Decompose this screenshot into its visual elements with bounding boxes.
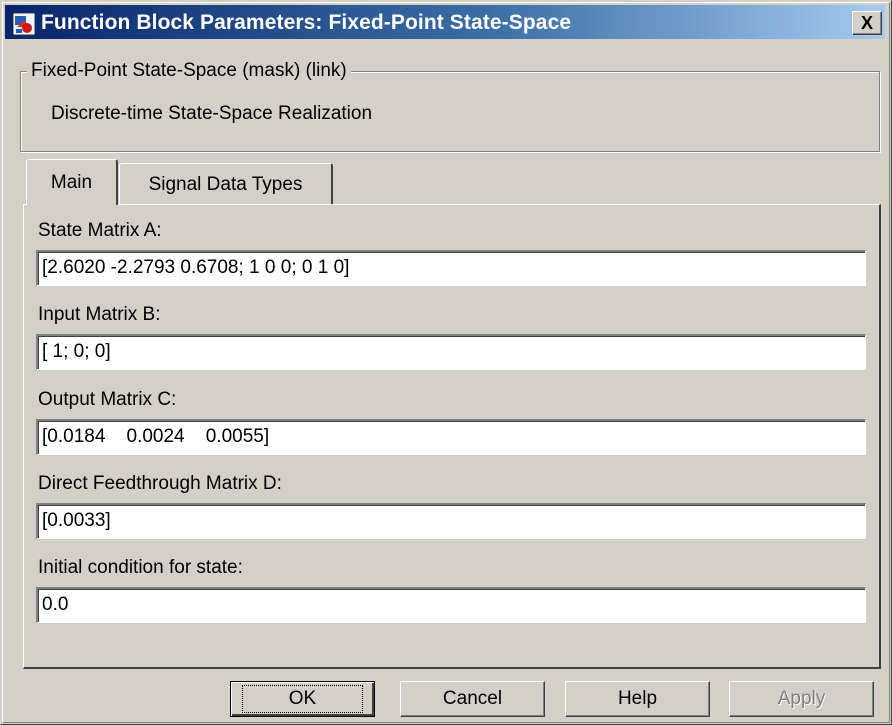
state-matrix-a-field[interactable]: [2.6020 -2.2793 0.6708; 1 0 0; 0 1 0] [36,250,866,286]
apply-button: Apply [729,681,874,717]
input-matrix-b-field[interactable]: [ 1; 0; 0] [36,334,866,370]
tab-signal-data-types-label: Signal Data Types [148,173,303,195]
initial-condition-field[interactable]: 0.0 [36,587,866,623]
direct-feedthrough-matrix-d-label: Direct Feedthrough Matrix D: [38,473,282,494]
output-matrix-c-field[interactable]: [0.0184 0.0024 0.0055] [36,419,866,455]
window-title: Function Block Parameters: Fixed-Point S… [41,11,572,34]
output-matrix-c-label: Output Matrix C: [38,389,177,410]
tab-main-label: Main [50,171,93,193]
cancel-button[interactable]: Cancel [400,681,545,717]
tab-main[interactable]: Main [26,159,118,205]
simulink-block-icon [12,12,36,36]
state-matrix-a-label: State Matrix A: [38,220,162,241]
close-icon: X [860,12,873,33]
cancel-button-label: Cancel [442,688,503,709]
tab-signal-data-types[interactable]: Signal Data Types [119,163,333,205]
close-button[interactable]: X [852,11,882,35]
ok-button-label: OK [241,685,364,713]
block-description: Discrete-time State-Space Realization [51,103,373,124]
groupbox-legend: Fixed-Point State-Space (mask) (link) [27,60,351,82]
direct-feedthrough-matrix-d-field[interactable]: [0.0033] [36,503,866,539]
help-button[interactable]: Help [565,681,710,717]
apply-button-label: Apply [777,688,826,709]
dialog-window: Function Block Parameters: Fixed-Point S… [0,0,892,725]
title-bar[interactable]: Function Block Parameters: Fixed-Point S… [5,5,885,39]
input-matrix-b-label: Input Matrix B: [38,304,161,325]
help-button-label: Help [617,688,658,709]
initial-condition-label: Initial condition for state: [38,557,243,578]
ok-button[interactable]: OK [230,681,375,717]
